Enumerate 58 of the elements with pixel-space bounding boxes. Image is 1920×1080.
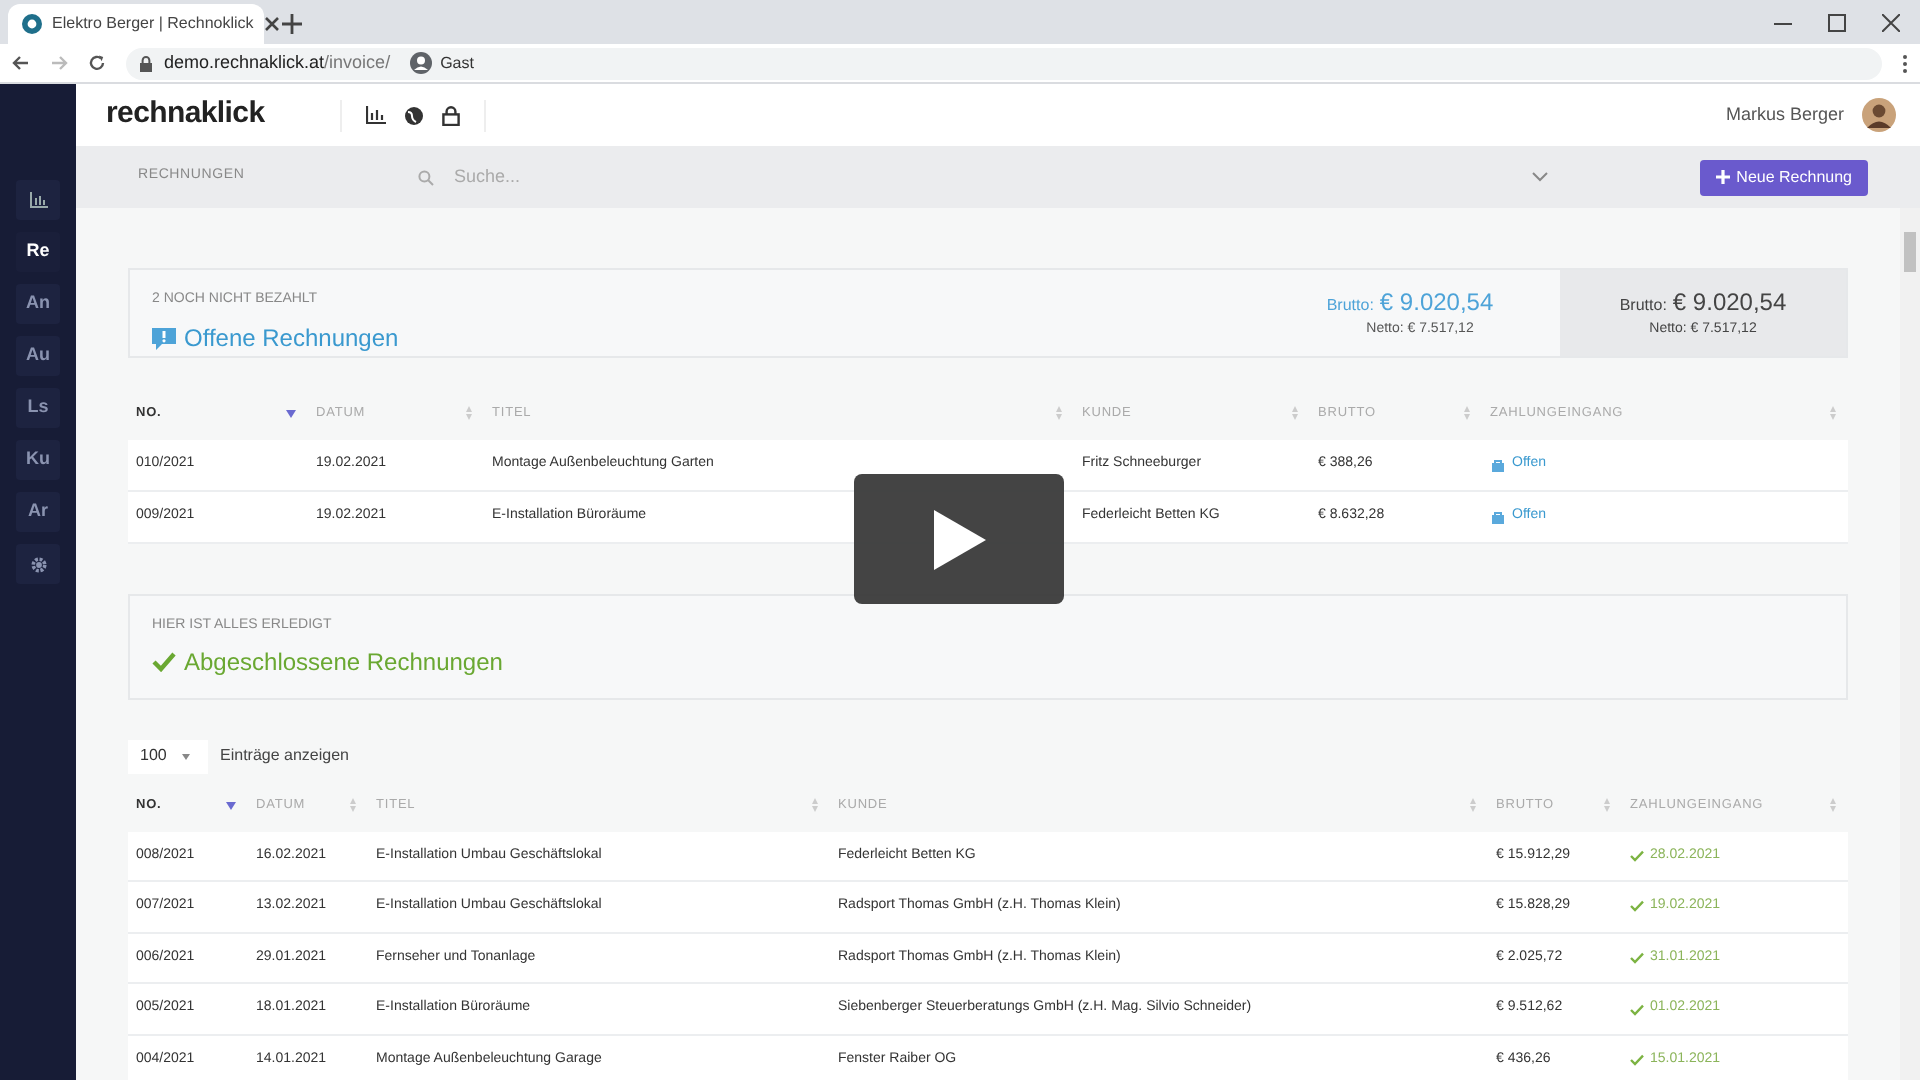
chevron-down-icon xyxy=(1532,172,1548,182)
url-text: demo.rechnaklick.at/invoice/ xyxy=(164,49,391,76)
back-icon[interactable] xyxy=(12,54,30,72)
play-icon xyxy=(933,509,985,569)
brutto-label: Brutto: xyxy=(1326,294,1374,318)
check-icon xyxy=(1630,951,1644,964)
summary-title: Abgeschlossene Rechnungen xyxy=(184,646,503,680)
check-icon xyxy=(1630,1003,1644,1016)
scrollbar-thumb[interactable] xyxy=(1904,232,1916,272)
menu-icon[interactable] xyxy=(1902,53,1908,73)
sidebar-item[interactable]: Ar xyxy=(16,492,60,532)
close-icon[interactable] xyxy=(263,16,280,32)
new-invoice-button[interactable]: Neue Rechnung xyxy=(1700,159,1868,195)
close-icon[interactable] xyxy=(1882,14,1900,32)
sidebar-item[interactable]: Re xyxy=(16,232,60,272)
lock-icon[interactable] xyxy=(442,105,460,125)
tab-title: Elektro Berger | Rechnoklick xyxy=(52,12,254,36)
globe-icon[interactable] xyxy=(404,105,424,125)
sort-descending-icon[interactable] xyxy=(226,801,236,809)
check-icon xyxy=(152,652,176,672)
brutto-amount: € 9.020,54 xyxy=(1672,286,1787,320)
page-size-label: Einträge anzeigen xyxy=(220,744,349,768)
settings-icon xyxy=(29,555,47,573)
briefcase-icon xyxy=(1490,509,1506,523)
caret-icon xyxy=(182,753,191,759)
sidebar-item[interactable]: Ku xyxy=(16,440,60,480)
summary-title: Offene Rechnungen xyxy=(184,321,399,355)
user-name: Markus Berger xyxy=(1725,101,1844,128)
sidebar-item[interactable]: Au xyxy=(16,336,60,376)
page-size-select[interactable]: 100 xyxy=(128,739,208,773)
lock-icon xyxy=(140,55,152,71)
settings-button[interactable] xyxy=(16,544,60,584)
plus-icon xyxy=(1716,170,1731,184)
bar-chart-icon xyxy=(29,192,47,208)
sidebar-chart-button[interactable] xyxy=(16,180,60,220)
search-field[interactable]: Suche... xyxy=(454,163,1512,191)
logo: rechnaklick xyxy=(106,94,267,135)
play-button[interactable] xyxy=(854,474,1064,604)
sidebar-item[interactable]: Ls xyxy=(16,388,60,428)
check-icon xyxy=(1630,1054,1644,1067)
maximize-icon[interactable] xyxy=(1828,14,1846,32)
sidebar-item[interactable]: An xyxy=(16,284,60,324)
address-bar[interactable]: demo.rechnaklick.at/invoice/ Gast xyxy=(126,47,1882,79)
new-tab-icon[interactable] xyxy=(282,14,302,34)
check-icon xyxy=(1630,849,1644,862)
briefcase-icon xyxy=(1490,457,1506,471)
sort-descending-icon[interactable] xyxy=(286,409,296,417)
favicon-icon xyxy=(22,14,42,34)
search-icon xyxy=(418,169,434,185)
person-icon xyxy=(410,52,433,74)
avatar-icon[interactable] xyxy=(1862,98,1896,132)
brutto-label: Brutto: xyxy=(1619,294,1667,318)
alert-icon xyxy=(152,325,176,349)
brutto-amount: € 9.020,54 xyxy=(1379,286,1494,320)
bar-chart-icon[interactable] xyxy=(366,106,386,124)
scrollbar[interactable] xyxy=(1900,208,1920,1080)
check-icon xyxy=(1630,900,1644,913)
reload-icon[interactable] xyxy=(88,54,106,72)
